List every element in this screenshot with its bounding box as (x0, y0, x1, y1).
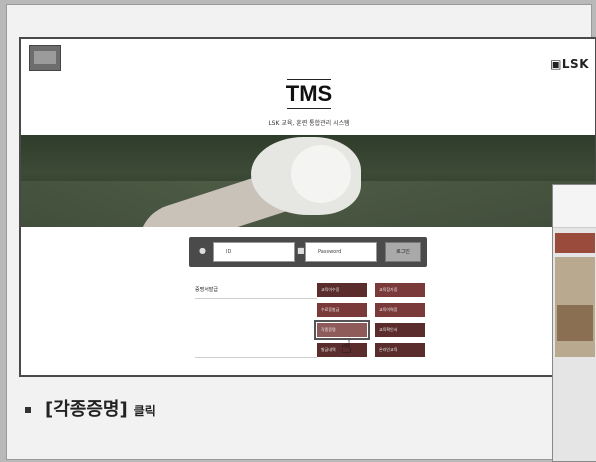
menu-button-certificates[interactable]: 각종증명 (314, 320, 370, 340)
title-rule-bottom (287, 108, 331, 109)
cert-section-label: 증명서발급 (195, 287, 219, 293)
menu-button-history[interactable]: 교육이력증 (375, 303, 425, 317)
login-button[interactable]: 로그인 (385, 242, 421, 262)
divider (195, 357, 317, 358)
next-page-overlay (552, 184, 596, 462)
manual-page: ▣LSK TMS LSK 교육, 훈련 통합관리 시스템 ● ID ■ Pass… (6, 4, 596, 460)
page-title: TMS (285, 81, 333, 106)
login-bar: ● ID ■ Password 로그인 (189, 237, 427, 267)
menu-button-transcript[interactable]: 교육이수증 (317, 283, 367, 297)
menu-button-attendance[interactable]: 교육참가증 (375, 283, 425, 297)
hand-cursor-icon: ☝ (341, 337, 352, 358)
bullet-icon (25, 407, 31, 413)
instruction-text: [각종증명] 클릭 (25, 395, 156, 421)
menu-button-completion[interactable]: 수료증발급 (317, 303, 367, 317)
password-input[interactable]: Password (305, 242, 377, 262)
left-logo (29, 45, 61, 71)
lsk-logo-mark-icon: ▣ (550, 57, 562, 71)
hero-banner-image (21, 135, 595, 227)
menu-button-online[interactable]: 온라인교육 (375, 343, 425, 357)
menu-button-confirmation[interactable]: 교육확인서 (375, 323, 425, 337)
lsk-logo: ▣LSK (550, 57, 589, 71)
tms-login-screenshot: ▣LSK TMS LSK 교육, 훈련 통합관리 시스템 ● ID ■ Pass… (19, 37, 596, 377)
id-input[interactable]: ID (213, 242, 295, 262)
title-rule-top (287, 79, 331, 80)
page-subtitle: LSK 교육, 훈련 통합관리 시스템 (268, 120, 350, 127)
lsk-logo-text: LSK (561, 57, 589, 71)
lock-icon: ■ (297, 246, 305, 255)
user-icon: ● (199, 246, 206, 255)
divider (195, 298, 317, 299)
